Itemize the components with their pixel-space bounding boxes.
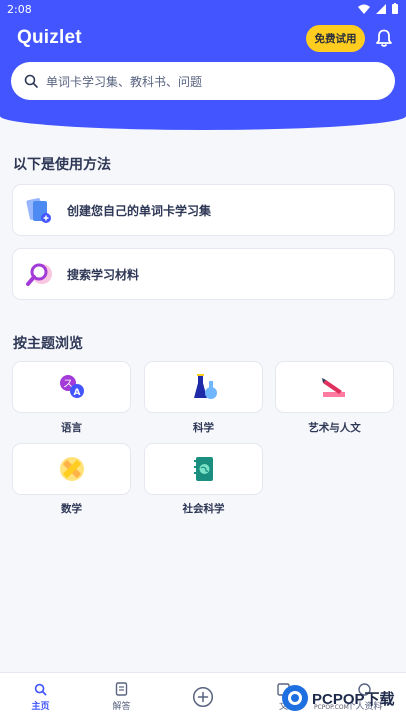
system-icons <box>358 3 398 14</box>
nav-solutions-label: 解答 <box>112 702 131 712</box>
subject-math[interactable] <box>12 443 131 495</box>
subject-science-label: 科学 <box>193 422 214 434</box>
svg-text:A: A <box>73 388 80 398</box>
math-icon <box>59 457 84 481</box>
status-time: 2:08 <box>7 3 32 16</box>
search-icon <box>24 74 38 88</box>
create-set-label: 创建您自己的单词卡学习集 <box>67 203 212 218</box>
browse-title: 按主题浏览 <box>13 336 83 352</box>
watermark: PCPOP下载 PCPOP.COM <box>280 683 395 713</box>
book-icon <box>115 682 128 696</box>
nav-create[interactable] <box>162 673 243 720</box>
create-cards-icon <box>26 198 51 223</box>
watermark-subtext: PCPOP.COM <box>314 704 349 711</box>
subject-arts-label: 艺术与人文 <box>308 422 361 434</box>
arts-icon <box>321 378 345 397</box>
add-icon <box>192 686 213 708</box>
signal-icon <box>376 3 386 14</box>
howto-title: 以下是使用方法 <box>13 157 111 173</box>
bell-icon[interactable] <box>374 28 394 48</box>
science-icon <box>193 374 217 399</box>
subject-language[interactable]: ス A <box>12 361 131 413</box>
create-set-card[interactable]: 创建您自己的单词卡学习集 <box>12 184 395 236</box>
search-material-card[interactable]: 搜索学习材料 <box>12 248 395 300</box>
subject-science[interactable] <box>144 361 263 413</box>
search-material-label: 搜索学习材料 <box>67 267 140 282</box>
subject-math-label: 数学 <box>61 503 82 515</box>
subject-arts[interactable] <box>275 361 394 413</box>
search-input[interactable]: 单词卡学习集、教科书、问题 <box>11 62 395 100</box>
subject-social-science-label: 社会科学 <box>182 503 225 515</box>
watermark-logo-icon <box>282 685 308 711</box>
status-bar: 2:08 <box>0 0 406 18</box>
subject-social-science[interactable] <box>144 443 263 495</box>
social-science-icon <box>193 457 213 481</box>
search-material-icon <box>26 263 52 286</box>
free-trial-button[interactable]: 免费试用 <box>306 25 365 52</box>
nav-home[interactable]: 主页 <box>0 673 81 720</box>
nav-solutions[interactable]: 解答 <box>81 673 162 720</box>
language-icon: ス A <box>59 375 84 398</box>
battery-icon <box>392 3 398 14</box>
subject-language-label: 语言 <box>61 422 82 434</box>
quizlet-logo: Quizlet <box>17 27 82 48</box>
wifi-icon <box>358 4 370 14</box>
nav-home-label: 主页 <box>31 701 50 712</box>
search-placeholder: 单词卡学习集、教科书、问题 <box>46 74 203 89</box>
home-search-icon <box>34 683 47 695</box>
